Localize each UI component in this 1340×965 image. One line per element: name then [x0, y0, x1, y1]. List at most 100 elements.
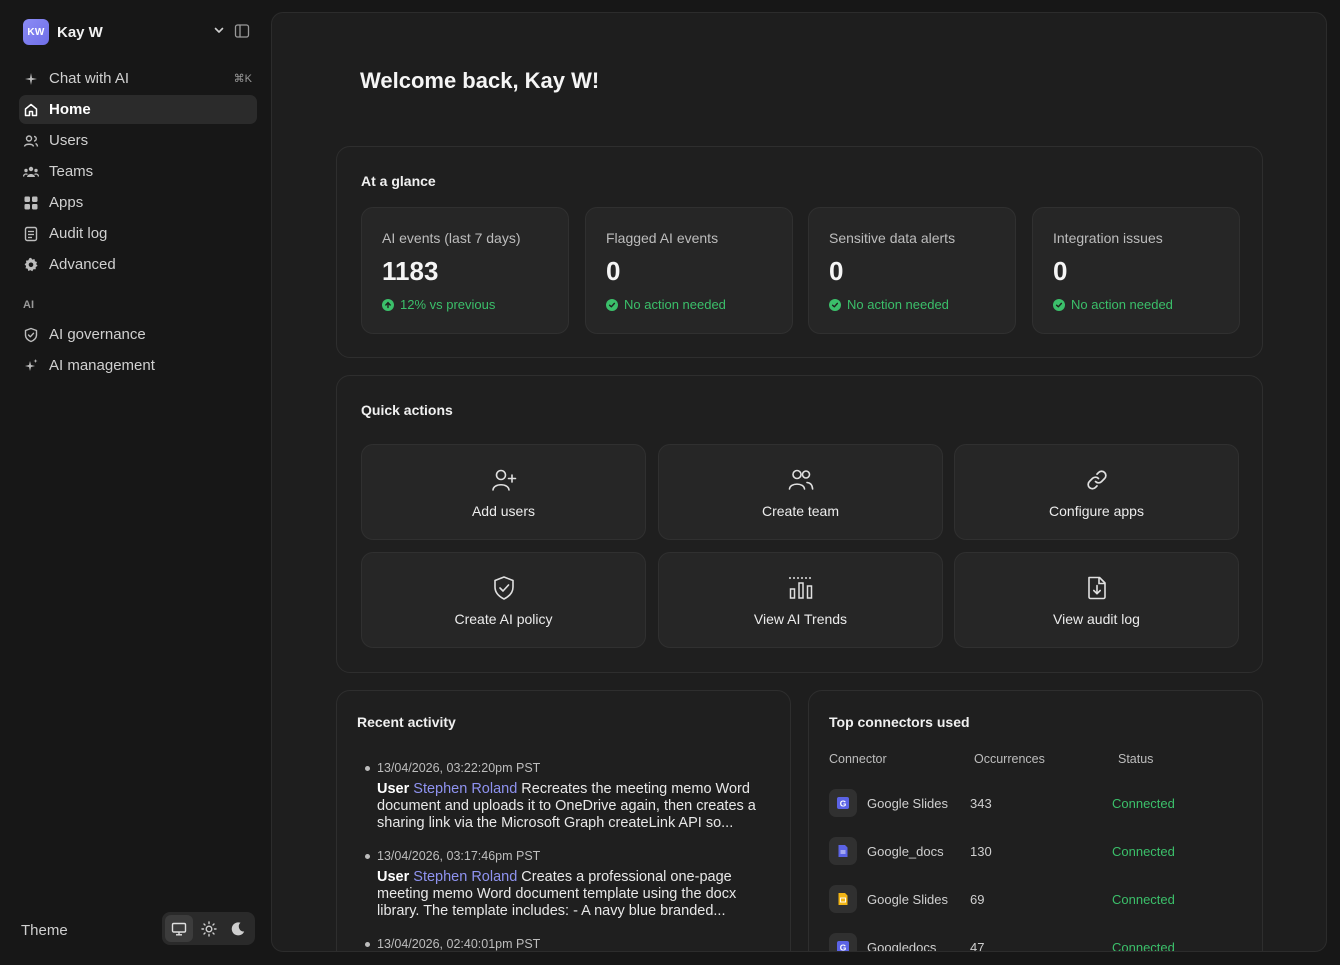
sidebar-item-label: Advanced	[49, 256, 116, 273]
recent-activity-card: Recent activity 13/04/2026, 03:22:20pm P…	[336, 690, 791, 951]
team-icon	[787, 466, 815, 494]
account-name: Kay W	[57, 23, 103, 41]
moon-icon	[231, 921, 245, 935]
add-users-button[interactable]: Add users	[361, 444, 646, 540]
view-ai-trends-button[interactable]: View AI Trends	[658, 552, 943, 648]
stat-label: Flagged AI events	[606, 230, 719, 246]
sidebar-toggle-icon[interactable]	[234, 23, 250, 39]
chevron-down-icon[interactable]	[213, 24, 225, 36]
table-row[interactable]: G Google Slides 343 Connected	[829, 789, 1249, 819]
sidebar-item-label: Users	[49, 132, 89, 149]
ai-section-label: AI	[23, 299, 34, 311]
quick-action-label: Configure apps	[1049, 503, 1144, 519]
sidebar-item-home[interactable]: Home	[19, 95, 257, 124]
stat-value: 1183	[382, 256, 439, 286]
create-ai-policy-button[interactable]: Create AI policy	[361, 552, 646, 648]
sidebar-item-label: Home	[49, 101, 91, 118]
sidebar-item-label: Audit log	[49, 225, 108, 242]
quick-action-label: Create team	[761, 503, 840, 519]
activity-prefix: User	[377, 869, 410, 885]
table-row[interactable]: G Googledocs 47 Connected	[829, 933, 1249, 952]
sidebar-item-users[interactable]: Users	[19, 126, 257, 155]
sidebar-item-audit-log[interactable]: Audit log	[19, 219, 257, 248]
connector-occurrences: 130	[970, 844, 992, 859]
gear-icon	[23, 257, 39, 273]
connector-occurrences: 69	[970, 892, 985, 907]
check-circle-icon	[606, 298, 618, 311]
configure-apps-button[interactable]: Configure apps	[954, 444, 1239, 540]
stat-status: No action needed	[829, 297, 949, 312]
users-icon	[23, 133, 39, 149]
quick-action-label: View audit log	[1053, 611, 1140, 627]
sidebar-item-ai-management[interactable]: AI management	[19, 351, 257, 380]
dark-theme-button[interactable]	[224, 915, 252, 942]
home-icon	[23, 102, 39, 118]
shortcut-hint: ⌘K	[233, 73, 252, 85]
light-theme-button[interactable]	[195, 915, 223, 942]
stat-status: No action needed	[1053, 297, 1173, 312]
connector-status: Connected	[1112, 892, 1175, 907]
activity-user-link[interactable]: Stephen Roland	[413, 869, 517, 885]
activity-timestamp: 13/04/2026, 03:17:46pm PST	[363, 849, 763, 863]
google-slides-yellow-icon	[829, 885, 857, 913]
check-circle-icon	[829, 298, 841, 311]
document-icon	[23, 226, 39, 242]
activity-timestamp: 13/04/2026, 02:40:01pm PST	[363, 937, 763, 951]
account-switcher[interactable]: KW Kay W	[23, 18, 255, 46]
quick-action-label: View AI Trends	[753, 611, 848, 627]
table-row[interactable]: Google_docs 130 Connected	[829, 837, 1249, 867]
sparkle-icon	[23, 71, 39, 87]
column-header-connector: Connector	[829, 752, 887, 766]
stat-value: 0	[606, 256, 621, 286]
page-title: Welcome back, Kay W!	[360, 68, 600, 93]
stat-label: AI events (last 7 days)	[382, 230, 521, 246]
system-theme-button[interactable]	[165, 915, 193, 942]
stat-card-sensitive-alerts[interactable]: Sensitive data alerts 0 No action needed	[808, 207, 1016, 334]
stat-card-ai-events[interactable]: AI events (last 7 days) 1183 12% vs prev…	[361, 207, 569, 334]
sparkles-icon	[23, 358, 39, 374]
connector-name: Googledocs	[867, 940, 937, 952]
stat-value: 0	[1053, 256, 1068, 286]
activity-item[interactable]: 13/04/2026, 03:22:20pm PST User Stephen …	[363, 761, 763, 832]
stat-value: 0	[829, 256, 844, 286]
quick-actions-card: Quick actions Add users Create team Conf…	[336, 375, 1263, 673]
teams-icon	[23, 164, 39, 180]
chat-with-ai-item[interactable]: Chat with AI ⌘K	[19, 64, 257, 93]
create-team-button[interactable]: Create team	[658, 444, 943, 540]
at-a-glance-title: At a glance	[361, 173, 436, 189]
theme-label: Theme	[21, 922, 68, 939]
shield-check-icon	[23, 327, 39, 343]
stat-status-text: No action needed	[624, 297, 726, 312]
sidebar-item-label: Apps	[49, 194, 84, 211]
sidebar-item-ai-governance[interactable]: AI governance	[19, 320, 257, 349]
main-panel: Welcome back, Kay W! At a glance AI even…	[271, 12, 1327, 952]
sidebar-item-apps[interactable]: Apps	[19, 188, 257, 217]
svg-text:G: G	[840, 942, 847, 952]
column-header-status: Status	[1118, 752, 1154, 766]
file-download-icon	[1083, 574, 1111, 602]
top-connectors-title: Top connectors used	[829, 714, 970, 730]
apps-grid-icon	[23, 195, 39, 211]
stat-card-integration-issues[interactable]: Integration issues 0 No action needed	[1032, 207, 1240, 334]
view-audit-log-button[interactable]: View audit log	[954, 552, 1239, 648]
sidebar-item-advanced[interactable]: Advanced	[19, 250, 257, 279]
connector-occurrences: 343	[970, 796, 992, 811]
recent-activity-title: Recent activity	[357, 714, 456, 730]
avatar: KW	[23, 19, 49, 45]
stat-card-flagged-events[interactable]: Flagged AI events 0 No action needed	[585, 207, 793, 334]
connector-status: Connected	[1112, 796, 1175, 811]
connector-name: Google Slides	[867, 796, 948, 811]
table-row[interactable]: Google Slides 69 Connected	[829, 885, 1249, 915]
chat-with-ai-label: Chat with AI	[49, 70, 130, 87]
sidebar-item-teams[interactable]: Teams	[19, 157, 257, 186]
connector-name: Google Slides	[867, 892, 948, 907]
sidebar-item-label: Teams	[49, 163, 94, 180]
sidebar: KW Kay W Chat with AI ⌘K Home Users Team…	[0, 0, 272, 965]
connector-name: Google_docs	[867, 844, 944, 859]
stat-status: No action needed	[606, 297, 726, 312]
activity-item[interactable]: 13/04/2026, 02:40:01pm PST	[363, 937, 763, 951]
activity-item[interactable]: 13/04/2026, 03:17:46pm PST User Stephen …	[363, 849, 763, 920]
activity-user-link[interactable]: Stephen Roland	[413, 781, 517, 797]
stat-trend-text: 12% vs previous	[400, 297, 496, 312]
column-header-occurrences: Occurrences	[974, 752, 1045, 766]
